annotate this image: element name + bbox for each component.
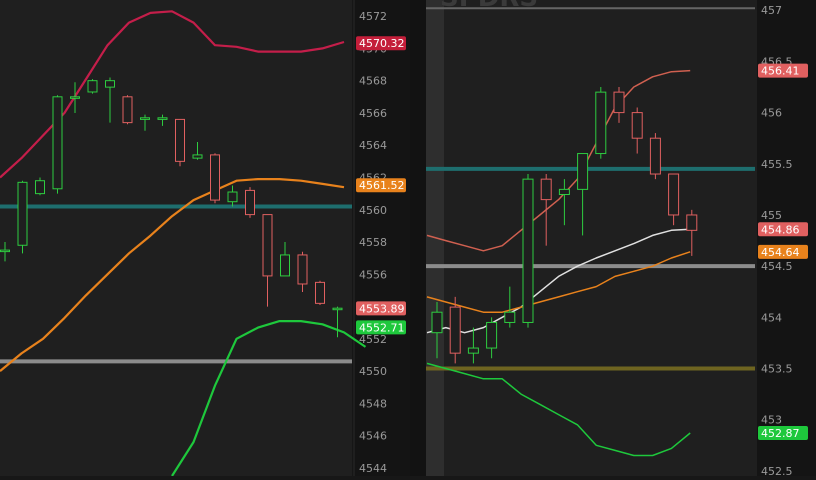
y-tick-label: 4568 bbox=[359, 75, 387, 88]
candle-body bbox=[467, 347, 479, 354]
candle-body bbox=[70, 96, 80, 99]
price-badge-label: 4561.52 bbox=[359, 179, 405, 192]
price-badge: 452.87 bbox=[758, 426, 808, 441]
price-badge: 454.64 bbox=[758, 244, 808, 259]
y-tick-label: 4552 bbox=[359, 333, 387, 346]
y-tick-label: 454 bbox=[761, 311, 782, 324]
candle bbox=[122, 95, 133, 125]
candle-body bbox=[52, 96, 63, 190]
candle-body bbox=[245, 189, 255, 216]
candle bbox=[210, 153, 220, 204]
y-tick-label: 4566 bbox=[359, 107, 387, 120]
candle-body bbox=[17, 181, 28, 246]
y-tick-label: 454.5 bbox=[761, 260, 793, 273]
candle-body bbox=[210, 154, 220, 201]
candle-body bbox=[262, 214, 273, 277]
chart-window: 4572457045684566456445624560455845564554… bbox=[0, 0, 816, 478]
candle-body bbox=[87, 80, 98, 93]
price-badge: 454.86 bbox=[758, 222, 808, 237]
candle-body bbox=[297, 254, 308, 285]
y-tick-label: 455 bbox=[761, 209, 782, 222]
y-tick-label: 453 bbox=[761, 414, 782, 427]
candle-body bbox=[332, 307, 343, 311]
y-tick-label: 4560 bbox=[359, 204, 387, 217]
candle-body bbox=[613, 91, 625, 114]
candle-body bbox=[631, 112, 643, 139]
candle-body bbox=[122, 96, 133, 124]
price-badge: 456.41 bbox=[758, 63, 808, 78]
y-tick-label: 4544 bbox=[359, 462, 387, 475]
price-badge-label: 452.87 bbox=[761, 427, 800, 440]
y-tick-label: 452.5 bbox=[761, 465, 793, 476]
price-badge: 4561.52 bbox=[356, 178, 406, 193]
candle bbox=[175, 118, 185, 167]
charts-svg: 4572457045684566456445624560455845564554… bbox=[0, 0, 816, 478]
candle-body bbox=[449, 306, 461, 354]
price-badge-label: 454.64 bbox=[761, 246, 800, 259]
price-badge: 4553.89 bbox=[356, 301, 406, 316]
y-tick-label: 4572 bbox=[359, 10, 387, 23]
candle bbox=[87, 79, 98, 94]
candle bbox=[245, 187, 255, 218]
y-tick-label: 456 bbox=[761, 107, 782, 120]
candle bbox=[17, 180, 28, 254]
price-badge-label: 454.86 bbox=[761, 223, 800, 236]
plot-area bbox=[0, 0, 352, 476]
candle-body bbox=[157, 117, 168, 120]
candle-body bbox=[227, 191, 238, 203]
candle-body bbox=[486, 321, 498, 349]
candle-body bbox=[280, 254, 290, 277]
candle-body bbox=[668, 173, 680, 216]
candle bbox=[595, 87, 607, 159]
candle-body bbox=[175, 118, 185, 162]
candle-body bbox=[649, 137, 661, 175]
candle-body bbox=[35, 180, 45, 195]
y-tick-label: 457 bbox=[761, 4, 782, 17]
candle-body bbox=[522, 178, 534, 323]
price-badge-label: 4552.71 bbox=[359, 321, 405, 334]
price-badge-label: 4553.89 bbox=[359, 302, 405, 315]
chart-panel-1: 4572457045684566456445624560455845564554… bbox=[0, 0, 410, 477]
candle-body bbox=[431, 311, 443, 334]
y-tick-label: 455.5 bbox=[761, 158, 793, 171]
y-tick-label: 4546 bbox=[359, 430, 387, 443]
price-badge-label: 4570.32 bbox=[359, 37, 405, 50]
candle bbox=[52, 95, 63, 194]
candle-body bbox=[558, 188, 570, 195]
candle bbox=[315, 280, 325, 305]
candle-body bbox=[504, 311, 516, 323]
candle-body bbox=[105, 80, 115, 88]
candle bbox=[522, 174, 534, 328]
candle-body bbox=[595, 91, 607, 155]
y-tick-label: 4548 bbox=[359, 397, 387, 410]
watermark-text: SPDRS bbox=[440, 0, 538, 13]
candle-body bbox=[315, 281, 325, 304]
y-tick-label: 4556 bbox=[359, 268, 387, 281]
y-tick-label: 4558 bbox=[359, 236, 387, 249]
candle bbox=[449, 296, 461, 364]
plot-area bbox=[426, 0, 755, 476]
y-tick-label: 4550 bbox=[359, 365, 387, 378]
candle bbox=[649, 133, 661, 180]
y-tick-label: 4564 bbox=[359, 139, 387, 152]
candle-body bbox=[577, 153, 589, 190]
candle-body bbox=[140, 117, 150, 120]
candle-body bbox=[686, 214, 698, 231]
price-badge: 4570.32 bbox=[356, 36, 406, 51]
chart-panel-2: SPDRS457456.5456455.5455454.5454453.5453… bbox=[426, 0, 816, 478]
pane-separator bbox=[410, 0, 426, 476]
price-badge-label: 456.41 bbox=[761, 65, 800, 78]
y-tick-label: 453.5 bbox=[761, 363, 793, 376]
price-badge: 4552.71 bbox=[356, 320, 406, 335]
candle-body bbox=[0, 249, 10, 253]
candle-body bbox=[540, 178, 552, 201]
candle-body bbox=[192, 154, 203, 159]
